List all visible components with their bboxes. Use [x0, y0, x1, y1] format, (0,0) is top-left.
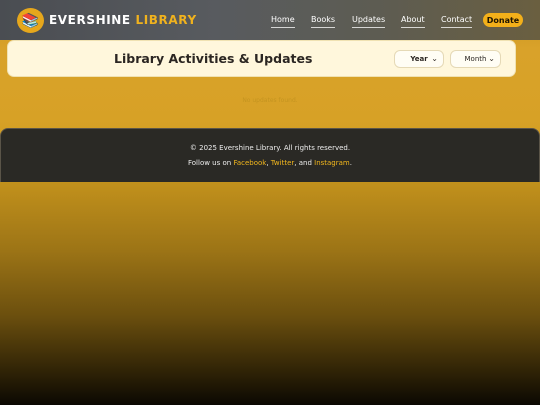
site-header: 📚 EVERSHINE LIBRARY Home Books Updates A…: [0, 0, 540, 40]
brand-name-part1: EVERSHINE: [49, 13, 131, 27]
twitter-link[interactable]: Twitter: [271, 159, 294, 167]
nav-home[interactable]: Home: [271, 15, 295, 28]
donate-button[interactable]: Donate: [483, 13, 523, 27]
separator-and: , and: [294, 159, 315, 167]
nav-books[interactable]: Books: [311, 15, 336, 28]
copyright-text: © 2025 Evershine Library. All rights res…: [189, 144, 351, 152]
nav-contact[interactable]: Contact: [441, 15, 473, 28]
separator-period: .: [349, 159, 352, 167]
year-select[interactable]: Year ⌄: [394, 50, 444, 68]
chevron-down-icon: ⌄: [431, 54, 438, 63]
month-select-value: Month: [464, 55, 487, 63]
nav-about[interactable]: About: [401, 15, 425, 28]
social-links: Follow us on Facebook, Twitter, and Inst…: [1, 159, 539, 167]
books-icon[interactable]: 📚: [17, 8, 44, 33]
page-title: Library Activities & Updates: [114, 51, 313, 66]
brand-logo[interactable]: EVERSHINE LIBRARY: [49, 13, 197, 27]
nav-updates[interactable]: Updates: [352, 15, 386, 28]
chevron-down-icon: ⌄: [488, 54, 495, 63]
facebook-link[interactable]: Facebook: [233, 159, 266, 167]
empty-status-text: No updates found.: [242, 97, 298, 104]
follow-prefix: Follow us on: [188, 159, 234, 167]
title-card: Library Activities & Updates Year ⌄ Mont…: [8, 41, 515, 76]
year-select-value: Year: [410, 55, 428, 63]
instagram-link[interactable]: Instagram: [314, 159, 350, 167]
brand-name-part2: LIBRARY: [135, 13, 197, 27]
site-footer: © 2025 Evershine Library. All rights res…: [0, 128, 540, 182]
month-select[interactable]: Month ⌄: [450, 50, 501, 68]
